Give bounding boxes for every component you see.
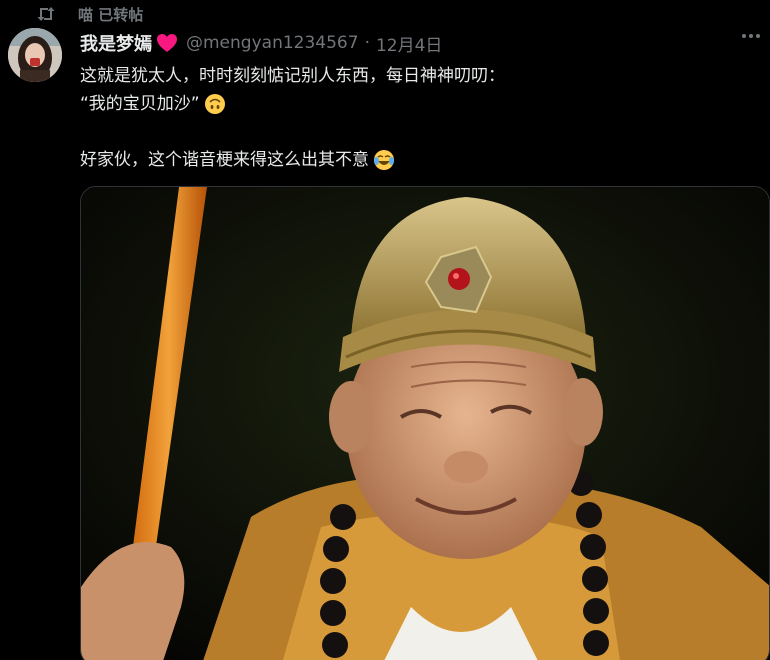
separator-dot: · (364, 33, 370, 53)
tweet-header: 我是梦嫣 @mengyan1234567 · 12月4日 (80, 30, 442, 56)
retweet-indicator: 喵 已转帖 (36, 4, 143, 24)
user-handle[interactable]: @mengyan1234567 (186, 33, 359, 53)
tweet-date[interactable]: 12月4日 (376, 31, 442, 56)
avatar[interactable] (8, 28, 62, 82)
tweet-line: 这就是犹太人，时时刻刻惦记别人东西，每日神神叨叨： (80, 62, 760, 90)
upside-down-face-icon (204, 93, 226, 115)
retweet-icon (36, 5, 56, 23)
retweet-label: 喵 已转帖 (78, 5, 144, 24)
tweet-media-image[interactable] (80, 186, 770, 660)
tweet-line: 好家伙，这个谐音梗来得这么出其不意 (80, 146, 760, 174)
heart-icon (156, 33, 178, 53)
display-name[interactable]: 我是梦嫣 (80, 30, 152, 56)
tears-of-joy-icon (373, 149, 395, 171)
tweet-line-1: 这就是犹太人，时时刻刻惦记别人东西，每日神神叨叨： (80, 66, 505, 86)
tweet-text: 这就是犹太人，时时刻刻惦记别人东西，每日神神叨叨： “我的宝贝加沙” 好家伙，这… (80, 62, 760, 174)
tweet-line-2: “我的宝贝加沙” (80, 94, 200, 114)
tweet-line-3: 好家伙，这个谐音梗来得这么出其不意 (80, 150, 369, 170)
tweet-line: “我的宝贝加沙” (80, 90, 760, 118)
more-options-icon[interactable] (742, 34, 760, 38)
